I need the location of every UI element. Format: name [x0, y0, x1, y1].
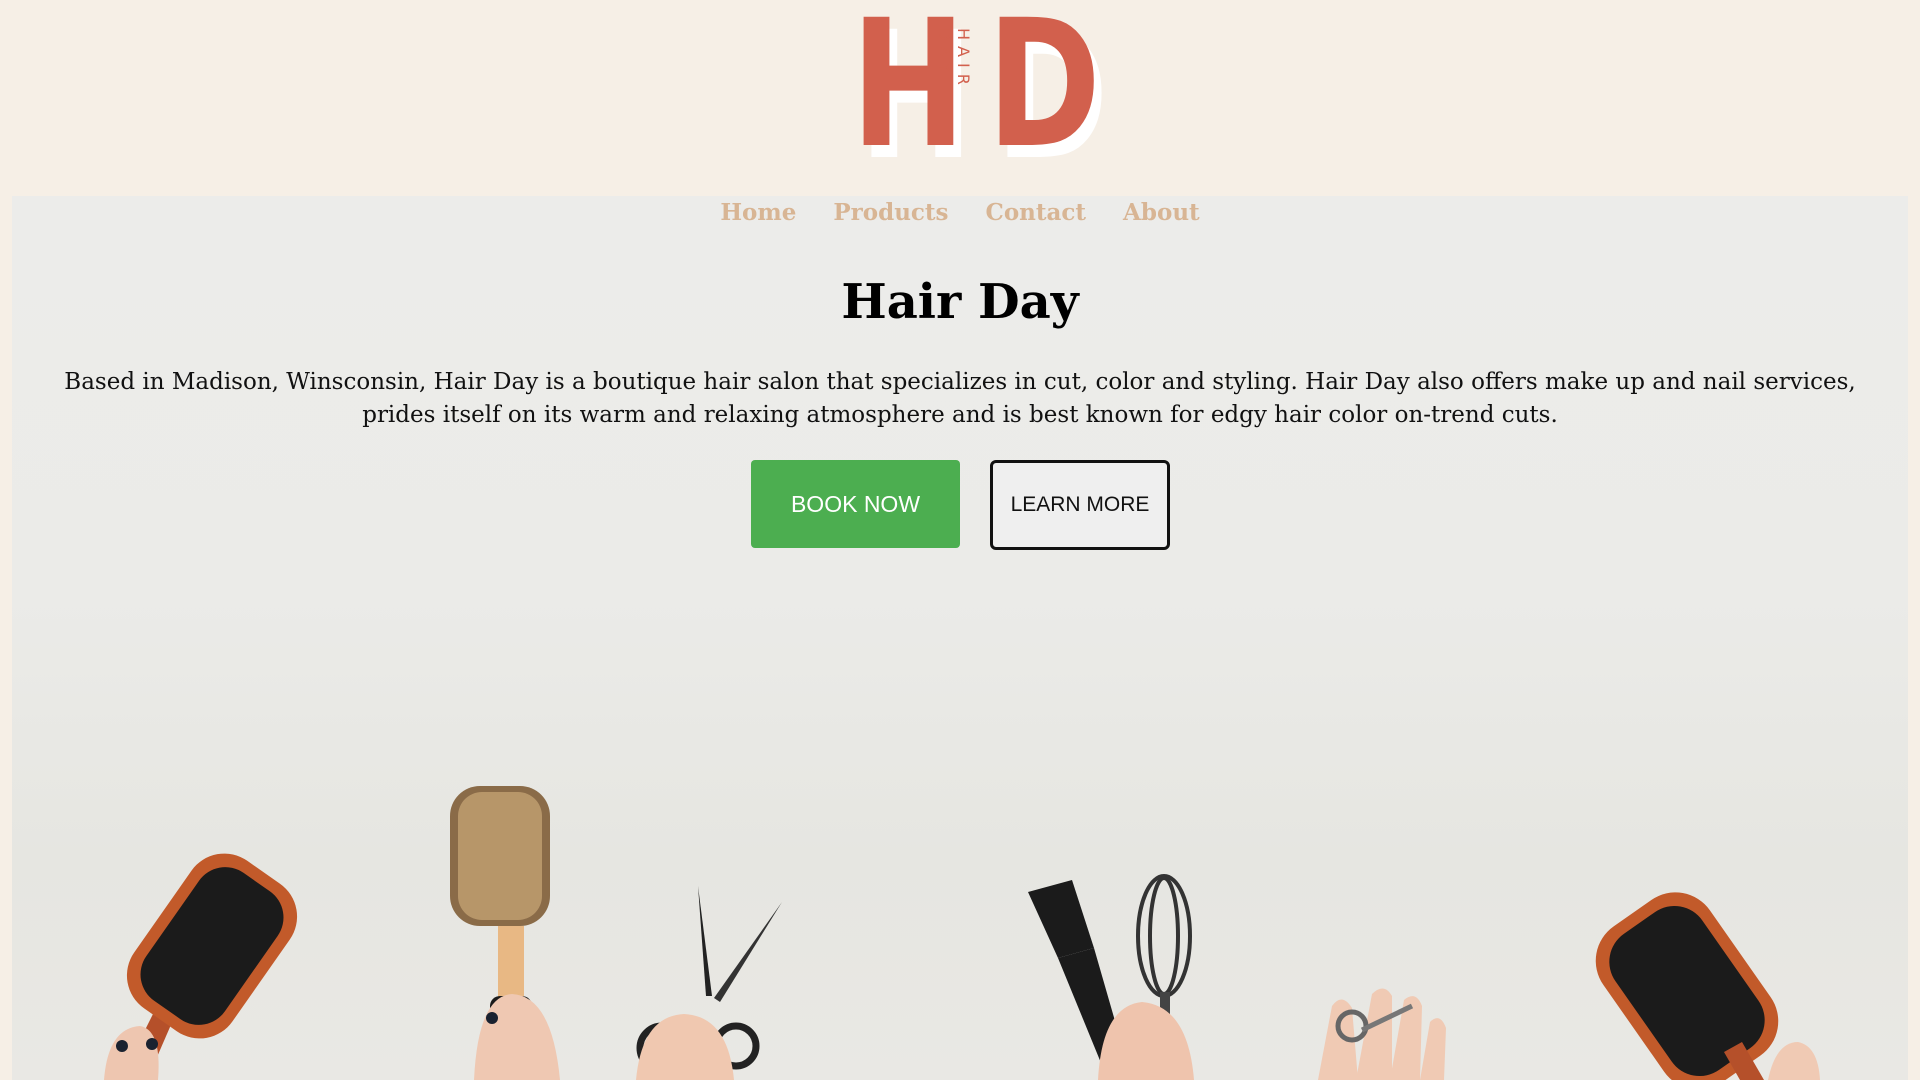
- shears-icon: [1318, 988, 1446, 1080]
- paddle-brush-icon: [104, 853, 298, 1080]
- main-nav: Home Products Contact About: [12, 196, 1908, 232]
- dye-brush-icon: [1028, 880, 1132, 1080]
- page-title: Hair Day: [841, 274, 1079, 330]
- learn-more-button[interactable]: LEARN MORE: [990, 460, 1170, 550]
- nav-products-link[interactable]: Products: [833, 196, 948, 232]
- nav-home-link[interactable]: Home: [720, 196, 796, 232]
- logo-letter-d: D: [987, 0, 1101, 187]
- scissors-icon: [636, 886, 782, 1080]
- hero-section: Home Products Contact About Hair Day Bas…: [12, 196, 1908, 1080]
- page: H HAIR DAY D Home Products Contact About…: [0, 0, 1920, 1080]
- hero-description: Based in Madison, Winsconsin, Hair Day i…: [64, 369, 1856, 428]
- nav-about-link[interactable]: About: [1123, 196, 1200, 232]
- logo-tagline: HAIR DAY: [935, 28, 973, 91]
- paddle-brush-icon: [1595, 892, 1820, 1080]
- round-brush-icon: [450, 786, 560, 1080]
- site-logo[interactable]: H HAIR DAY D: [851, 0, 1101, 173]
- nav-contact-link[interactable]: Contact: [986, 196, 1087, 232]
- whisk-icon: [1098, 874, 1194, 1080]
- book-now-button[interactable]: BOOK NOW: [751, 460, 960, 548]
